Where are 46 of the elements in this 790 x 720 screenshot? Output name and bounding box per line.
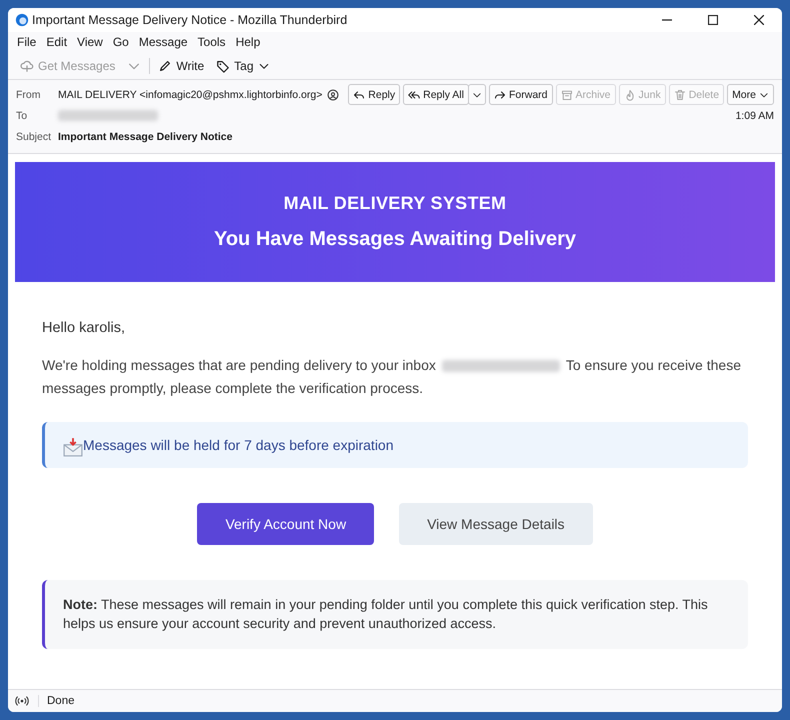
menu-item[interactable]: Help [230, 35, 266, 49]
trash-icon [674, 88, 686, 100]
sender-address: MAIL DELIVERY <infomagic20@pshmx.lightorbinfo.org> [58, 88, 322, 100]
maximize-icon[interactable] [708, 15, 718, 25]
reply-all-icon [408, 88, 420, 100]
menu-item[interactable]: Edit [41, 35, 72, 49]
banner-title: MAIL DELIVERY SYSTEM [284, 193, 506, 214]
field-label: From [16, 88, 42, 100]
menu-item[interactable]: Tools [192, 35, 231, 49]
menu-item[interactable]: Message [134, 35, 193, 49]
message-subject: Important Message Delivery Notice [58, 130, 232, 142]
menu-item[interactable]: File [12, 35, 42, 49]
paragraph-text: To ensure you receive these [566, 356, 741, 375]
menu-item[interactable]: View [72, 35, 108, 49]
toolbar-button[interactable]: Write [152, 56, 210, 76]
paragraph-text: messages promptly, please complete the verification process. [42, 379, 424, 398]
menu-item[interactable]: Go [108, 35, 134, 49]
paragraph-text: We're holding messages that are pending delivery to your inbox [42, 356, 436, 375]
forward-icon [494, 88, 506, 100]
toolbar-button[interactable]: Tag [210, 56, 276, 76]
status-text: Done [38, 695, 74, 707]
details-button[interactable]: View Message Details [399, 503, 593, 545]
contact-icon [327, 88, 340, 100]
note-text: Note: These messages will remain in your pending folder until you complete this quick verification step. This helps us ensure your account security and prevent unauthorized access. [63, 596, 709, 633]
reply-icon [353, 88, 366, 100]
action-button[interactable]: More [727, 84, 774, 105]
greeting-text: Hello karolis, [42, 320, 126, 336]
banner-subtitle: You Have Messages Awaiting Delivery [214, 228, 576, 251]
app-logo-icon [15, 13, 29, 27]
broadcast-icon [14, 694, 30, 708]
field-label: Subject [16, 130, 52, 142]
field-label: To [16, 110, 28, 122]
close-icon[interactable] [754, 15, 764, 25]
flame-icon [624, 88, 636, 100]
action-button[interactable]: Forward [488, 84, 552, 105]
cloud-icon [20, 58, 34, 72]
action-button[interactable]: Reply [348, 84, 400, 105]
action-button[interactable]: Reply All [403, 84, 469, 105]
pencil-icon [158, 58, 172, 72]
info-text: Messages will be held for 7 days before expiration [83, 437, 394, 453]
message-time: 1:09 AM [735, 110, 774, 122]
verify-button[interactable]: Verify Account Now [197, 503, 374, 545]
tag-icon [216, 58, 230, 72]
archive-icon [560, 88, 572, 100]
envelope-icon [63, 437, 83, 457]
window-title: Important Message Delivery Notice - Mozilla Thunderbird [32, 13, 348, 27]
